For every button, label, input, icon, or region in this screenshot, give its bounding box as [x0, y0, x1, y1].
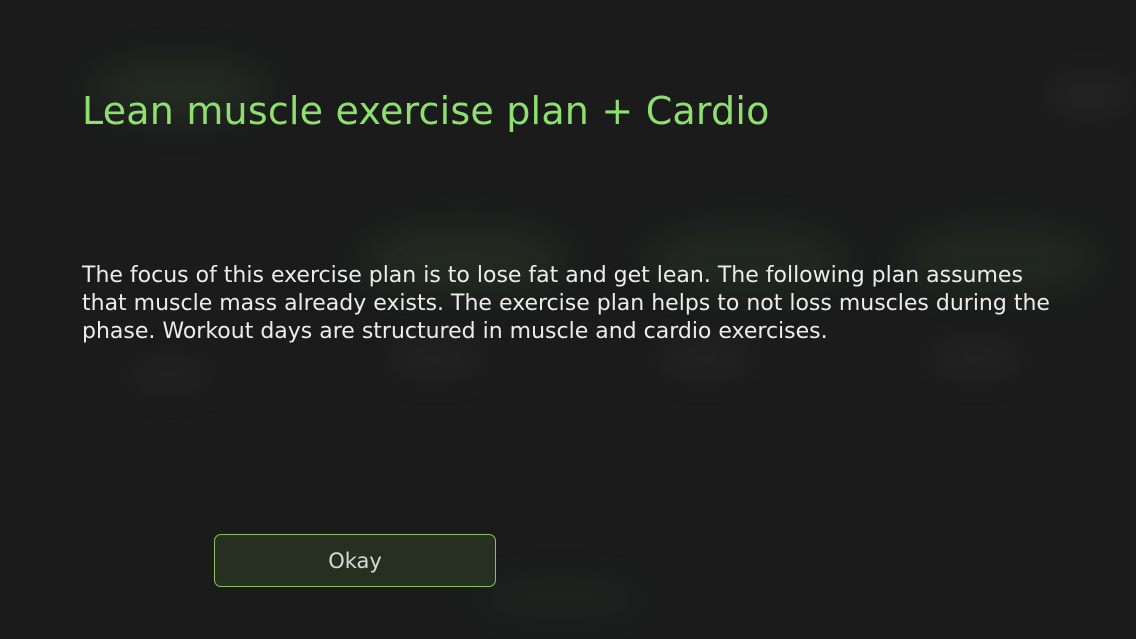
background-glow — [1040, 78, 1136, 112]
background-glow — [120, 360, 220, 390]
background-glow — [470, 580, 650, 616]
dialog-description: The focus of this exercise plan is to lo… — [82, 263, 1050, 344]
dialog-title: Lean muscle exercise plan + Cardio — [82, 89, 770, 133]
okay-button[interactable]: Okay — [214, 534, 496, 587]
